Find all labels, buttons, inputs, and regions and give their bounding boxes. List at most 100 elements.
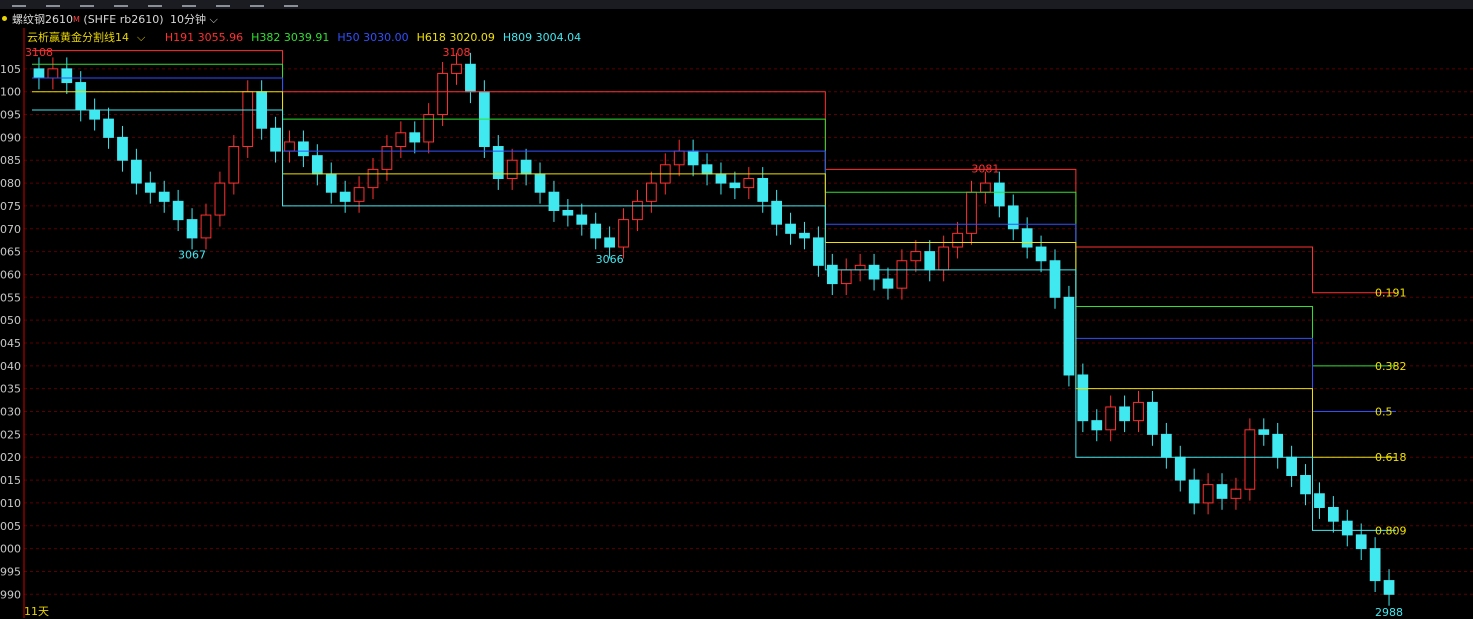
title-bar: 螺纹钢2610M (SHFE rb2610) 10分钟 ⌵ (0, 11, 1473, 28)
candle-body (214, 182, 226, 216)
candle-body (117, 136, 128, 161)
candle-body (618, 219, 629, 248)
bars-icon[interactable] (46, 0, 60, 7)
candle-body (562, 209, 574, 216)
candle-body (47, 68, 59, 79)
candle-body (966, 191, 977, 234)
candle-body (1091, 420, 1103, 431)
instrument-title[interactable]: 螺纹钢2610M (SHFE rb2610) (12, 11, 164, 28)
candle-body (952, 232, 963, 248)
grid-icon[interactable] (216, 0, 230, 7)
candle-body (1369, 548, 1381, 582)
candle-body (882, 278, 894, 289)
period-selector[interactable]: 10分钟 ⌵ (170, 11, 218, 28)
swing-low-label: 3066 (596, 253, 624, 266)
y-tick-label: 065 (0, 246, 21, 259)
candle-body (1147, 401, 1158, 435)
line-icon[interactable] (148, 0, 162, 7)
candle-body (1202, 484, 1214, 504)
candle-body (311, 155, 323, 175)
candle-body (395, 132, 407, 148)
candle-body (1258, 429, 1270, 435)
candle-body (534, 173, 546, 193)
candle-body (1063, 296, 1075, 376)
candle-body (339, 191, 351, 202)
candle-body (353, 187, 365, 202)
swing-low-label: 2988 (1375, 606, 1403, 618)
fib-line-0.5 (32, 77, 1396, 413)
fib-label-0.5: 0.5 (1375, 406, 1393, 419)
y-tick-label: 045 (0, 337, 21, 350)
candle-body (771, 200, 783, 225)
indicator-icon[interactable] (182, 0, 196, 7)
candle-body (1327, 506, 1339, 522)
y-tick-label: 095 (0, 109, 21, 122)
y-tick-label: 105 (0, 63, 21, 76)
candle-body (715, 173, 727, 184)
candle-body (1007, 205, 1019, 230)
candle-body (813, 237, 824, 266)
candle-body (632, 200, 643, 221)
candle-body (993, 182, 1005, 207)
candle-body (743, 178, 755, 189)
candle-body (590, 223, 602, 239)
candle-body (1300, 474, 1311, 495)
chart-icon[interactable] (114, 0, 128, 7)
y-tick-label: 025 (0, 428, 21, 441)
toolbar (0, 0, 1473, 9)
y-tick-label: 040 (0, 360, 21, 373)
settings-icon[interactable] (284, 0, 298, 7)
menu-icon[interactable] (12, 0, 26, 7)
candle-body (451, 63, 462, 74)
candle-body (103, 118, 114, 138)
candle-body (1049, 260, 1061, 298)
instrument-code: (SHFE rb2610) (83, 13, 164, 26)
candle-body (1244, 429, 1256, 490)
period-label: 10分钟 (170, 13, 206, 26)
candlestick-chart[interactable]: 990 995 000 005 010 015 020 025 030 035 040 045 050 0… (0, 28, 1473, 618)
candle-body (75, 82, 87, 111)
candle-body (1355, 534, 1367, 550)
candle-body (840, 269, 852, 285)
candle-body (200, 214, 212, 239)
candle-body (548, 191, 560, 211)
y-tick-label: 990 (0, 588, 21, 601)
y-tick-label: 015 (0, 474, 21, 487)
candle-body (1021, 228, 1033, 248)
candle-body (242, 91, 254, 148)
instrument-name: 螺纹钢2610 (12, 13, 73, 26)
candle-body (89, 109, 101, 120)
y-tick-label: 000 (0, 543, 21, 556)
candle-body (854, 264, 866, 271)
y-tick-label: 020 (0, 451, 21, 464)
candle-body (1383, 580, 1395, 595)
fib-label-0.191: 0.191 (1375, 287, 1407, 300)
fib-label-0.618: 0.618 (1375, 451, 1407, 464)
candle-body (785, 223, 796, 234)
candle-body (757, 178, 769, 202)
candle-body (729, 182, 741, 189)
y-tick-label: 010 (0, 497, 21, 510)
y-tick-label: 055 (0, 291, 21, 304)
candle-body (465, 63, 476, 93)
candle-body (61, 68, 73, 84)
draw-icon[interactable] (80, 0, 94, 7)
list-icon[interactable] (250, 0, 264, 7)
y-tick-label: 060 (0, 268, 21, 281)
candle-body (298, 141, 309, 157)
candle-body (896, 260, 908, 289)
candle-body (131, 159, 142, 184)
candle-body (938, 246, 950, 271)
candle-body (1272, 433, 1284, 458)
candle-body (1230, 488, 1242, 499)
fib-label-0.382: 0.382 (1375, 360, 1407, 373)
chevron-down-icon: ⌵ (206, 13, 218, 26)
candle-body (980, 182, 991, 193)
candle-body (172, 200, 184, 221)
candle-body (673, 150, 685, 166)
status-dot-icon (2, 16, 7, 21)
y-tick-label: 075 (0, 200, 21, 213)
candle-body (799, 232, 810, 239)
candle-body (1160, 433, 1172, 458)
y-tick-label: 050 (0, 314, 21, 327)
